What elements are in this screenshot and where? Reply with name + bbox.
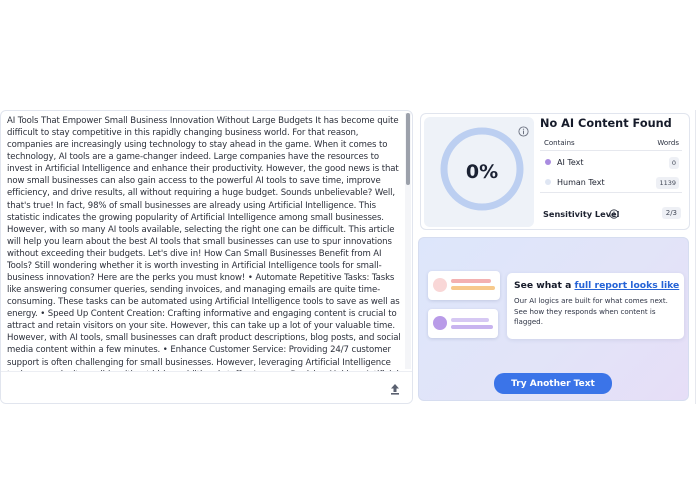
illustration-line bbox=[451, 318, 489, 322]
illustration-icon bbox=[433, 316, 447, 330]
info-icon[interactable] bbox=[518, 126, 529, 137]
illustration-line bbox=[451, 279, 491, 283]
scrollbar-thumb[interactable] bbox=[406, 113, 410, 185]
illustration-card-human bbox=[428, 271, 500, 300]
upload-icon[interactable] bbox=[388, 382, 402, 396]
try-another-text-button[interactable]: Try Another Text bbox=[494, 373, 612, 394]
score-percentage: 0% bbox=[465, 161, 499, 183]
illustration-card-ai bbox=[428, 309, 498, 338]
illustration-icon bbox=[433, 278, 447, 292]
full-report-link[interactable]: full report looks like bbox=[575, 280, 680, 291]
promo-title-prefix: See what a bbox=[514, 280, 575, 291]
contains-header: Contains bbox=[544, 139, 575, 147]
ai-text-label: AI Text bbox=[557, 158, 584, 167]
illustration-line bbox=[451, 286, 495, 290]
report-illustration bbox=[428, 271, 513, 341]
text-input-content[interactable]: AI Tools That Empower Small Business Inn… bbox=[7, 115, 403, 371]
ai-text-dot bbox=[545, 159, 551, 165]
illustration-line bbox=[451, 325, 493, 329]
divider bbox=[540, 150, 682, 151]
divider bbox=[695, 110, 696, 404]
ai-text-count: 0 bbox=[668, 157, 679, 169]
human-text-row: Human Text 1139 bbox=[540, 174, 682, 192]
result-title: No AI Content Found bbox=[540, 117, 672, 130]
human-text-label: Human Text bbox=[557, 178, 605, 187]
human-text-count: 1139 bbox=[656, 177, 679, 189]
sensitivity-info-icon[interactable] bbox=[609, 209, 619, 219]
promo-info-box: See what a full report looks like Our AI… bbox=[507, 273, 684, 339]
sensitivity-value[interactable]: 2/3 bbox=[661, 207, 681, 219]
words-header: Words bbox=[657, 139, 679, 147]
full-report-promo: See what a full report looks like Our AI… bbox=[418, 237, 689, 401]
text-input-panel[interactable]: AI Tools That Empower Small Business Inn… bbox=[0, 110, 413, 404]
text-panel-footer bbox=[1, 371, 412, 403]
divider bbox=[540, 192, 682, 193]
promo-title: See what a full report looks like bbox=[514, 280, 679, 291]
ai-text-row: AI Text 0 bbox=[540, 154, 682, 172]
result-card: 0% No AI Content Found Contains Words AI… bbox=[420, 113, 690, 230]
score-gauge: 0% bbox=[424, 117, 534, 227]
sensitivity-label: Sensitivity Level bbox=[543, 209, 620, 219]
promo-description: Our AI logics are built for what comes n… bbox=[514, 296, 668, 326]
human-text-dot bbox=[545, 179, 551, 185]
